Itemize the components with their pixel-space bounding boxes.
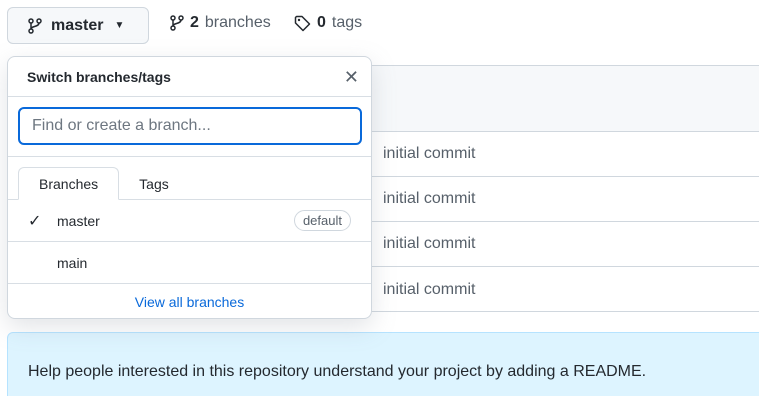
- tab-tags[interactable]: Tags: [119, 167, 189, 200]
- branches-counter-link[interactable]: 2 branches: [170, 14, 271, 32]
- file-row[interactable]: initial commit: [341, 132, 759, 177]
- branch-item-master[interactable]: ✓ master default: [8, 200, 371, 242]
- branch-selector-button[interactable]: master ▼: [7, 7, 149, 44]
- tab-branches[interactable]: Branches: [18, 167, 120, 200]
- caret-down-icon: ▼: [114, 20, 125, 31]
- branch-icon: [28, 17, 42, 34]
- file-row[interactable]: initial commit: [341, 267, 759, 312]
- branch-name: main: [57, 254, 88, 271]
- branch-switch-dropdown: Switch branches/tags ✕ Branches Tags ✓ m…: [7, 56, 372, 319]
- latest-commit-header: [341, 66, 759, 132]
- file-row[interactable]: initial commit: [341, 222, 759, 267]
- commit-message[interactable]: initial commit: [383, 281, 475, 299]
- readme-prompt-text: Help people interested in this repositor…: [28, 363, 647, 380]
- tab-tags-label: Tags: [139, 175, 169, 192]
- branch-icon: [170, 15, 184, 31]
- repo-page: master ▼ 2 branches 0 tags initial commi…: [0, 0, 759, 396]
- branch-name: master: [57, 212, 100, 229]
- file-row[interactable]: initial commit: [341, 177, 759, 222]
- readme-prompt-banner: Help people interested in this repositor…: [7, 332, 759, 396]
- commit-message[interactable]: initial commit: [383, 190, 475, 208]
- commit-message[interactable]: initial commit: [383, 145, 475, 163]
- branches-count: 2: [190, 14, 199, 31]
- dropdown-header: Switch branches/tags ✕: [8, 57, 371, 97]
- check-icon: ✓: [28, 212, 42, 230]
- close-icon[interactable]: ✕: [344, 68, 359, 86]
- commit-message[interactable]: initial commit: [383, 235, 475, 253]
- file-list: initial commit initial commit initial co…: [340, 65, 759, 312]
- view-all-branches-link[interactable]: View all branches: [8, 284, 371, 318]
- branches-label: branches: [204, 14, 271, 31]
- dropdown-tabs: Branches Tags: [8, 157, 371, 200]
- dropdown-title: Switch branches/tags: [27, 68, 171, 85]
- branch-search-input[interactable]: [18, 107, 362, 145]
- tags-counter-link[interactable]: 0 tags: [294, 14, 362, 32]
- tags-label: tags: [331, 14, 363, 31]
- branch-item-main[interactable]: main: [8, 242, 371, 284]
- tab-branches-label: Branches: [39, 175, 99, 192]
- tags-count: 0: [317, 14, 326, 31]
- view-all-branches-label: View all branches: [134, 294, 245, 310]
- search-wrapper: [8, 97, 371, 157]
- default-badge: default: [293, 210, 351, 231]
- tag-icon: [294, 15, 311, 32]
- current-branch-label: master: [51, 16, 104, 34]
